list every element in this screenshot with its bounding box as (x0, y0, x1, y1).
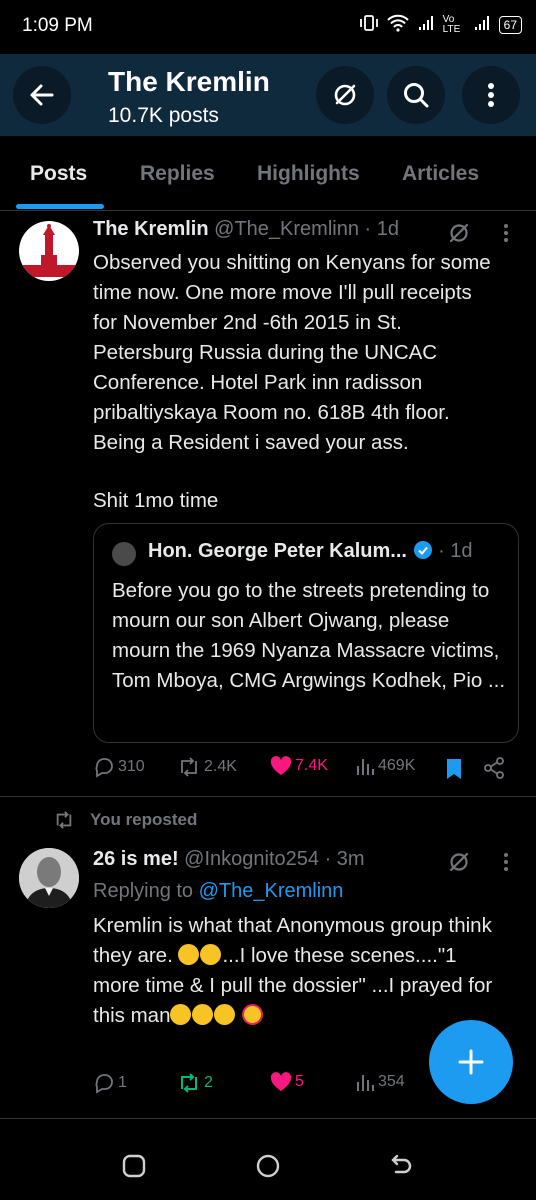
status-time: 1:09 PM (22, 15, 93, 36)
like-button-2[interactable]: 5 (270, 1072, 304, 1092)
system-nav-bar (0, 1130, 536, 1200)
post2-header: 26 is me! @Inkognito254 · 3m (93, 848, 365, 871)
profile-title: The Kremlin (108, 66, 270, 97)
heart-eyes-emoji-icon (242, 1004, 264, 1025)
tab-replies[interactable]: Replies (140, 162, 215, 186)
signal-icon (417, 15, 435, 34)
back-nav-icon[interactable] (388, 1154, 414, 1178)
more-options-button[interactable] (462, 66, 520, 124)
back-button[interactable] (13, 66, 71, 124)
replying-handle-link[interactable]: @The_Kremlinn (199, 880, 344, 902)
search-button[interactable] (387, 66, 445, 124)
reply-button[interactable]: 310 (93, 756, 145, 778)
reply-icon (95, 758, 113, 778)
network-label: Vo LTE (442, 13, 461, 35)
grok-post-icon[interactable] (446, 220, 472, 246)
home-icon[interactable] (255, 1153, 281, 1179)
post2-time: · 3m (324, 848, 365, 870)
repost-indicator: You reposted (52, 810, 197, 830)
status-bar: 1:09 PM Vo LTE 67 (0, 0, 536, 54)
heart-filled-icon (270, 756, 292, 775)
author-name[interactable]: The Kremlin (93, 218, 209, 240)
author-handle[interactable]: @The_Kremlinn (214, 218, 359, 240)
quoted-post[interactable]: Hon. George Peter Kalum... · 1d Before y… (93, 523, 519, 743)
search-icon (404, 83, 429, 108)
active-tab-indicator (16, 204, 104, 209)
post2-more-icon[interactable] (496, 849, 516, 875)
plus-icon (458, 1049, 484, 1075)
status-icons: Vo LTE 67 (359, 14, 522, 35)
wifi-icon (386, 14, 409, 35)
portrait-image (19, 848, 79, 908)
kremlin-logo (23, 224, 75, 277)
grok-icon (334, 84, 356, 106)
repost-button[interactable]: 2.4K (177, 756, 237, 778)
views-button[interactable]: 469K (355, 756, 415, 776)
repost-small-icon (56, 811, 72, 829)
view-count-2: 354 (378, 1073, 405, 1090)
compose-button[interactable] (429, 1020, 513, 1104)
repost-count: 2.4K (204, 758, 237, 775)
like-count-2: 5 (295, 1073, 304, 1090)
bookmark-filled-icon[interactable] (445, 758, 463, 780)
post2-text: Kremlin is what that Anonymous group thi… (93, 911, 493, 1031)
posts-count: 10.7K posts (108, 104, 219, 127)
repost-active-icon (181, 1073, 197, 1093)
repost-label: You reposted (90, 810, 198, 829)
views-icon (357, 759, 374, 775)
repost-icon (181, 757, 197, 777)
quote-text: Before you go to the streets pretending … (112, 579, 506, 692)
tab-highlights[interactable]: Highlights (257, 162, 360, 186)
views-button-2[interactable]: 354 (355, 1072, 405, 1092)
repost-button-2[interactable]: 2 (177, 1072, 213, 1094)
profile-tabs: Posts Replies Highlights Articles ​ (0, 136, 536, 211)
post-more-icon[interactable] (496, 220, 516, 246)
view-count: 469K (378, 757, 416, 774)
post-actions: 310 2.4K 7.4K 469K (93, 756, 513, 786)
quote-header: Hon. George Peter Kalum... · 1d (148, 540, 473, 563)
tab-articles[interactable]: Articles (402, 162, 479, 186)
verified-badge-icon (413, 541, 432, 559)
quote-avatar (112, 542, 136, 566)
views-icon (357, 1075, 374, 1091)
signal-icon-2 (473, 15, 491, 34)
reply-button-2[interactable]: 1 (93, 1072, 127, 1094)
like-button[interactable]: 7.4K (270, 756, 328, 776)
quote-time: · 1d (438, 540, 473, 562)
quote-author-name: Hon. George Peter Kalum... (148, 540, 407, 562)
laughing-emoji-icon (192, 1004, 214, 1025)
avatar[interactable] (19, 221, 79, 281)
author-name-2[interactable]: 26 is me! (93, 848, 179, 870)
replying-to: Replying to @The_Kremlinn (93, 880, 343, 903)
post-header: The Kremlin @The_Kremlinn · 1d (93, 218, 399, 241)
author-handle-2[interactable]: @Inkognito254 (184, 848, 319, 870)
laughing-emoji-icon (170, 1004, 192, 1025)
post-text: Observed you shitting on Kenyans for som… (93, 251, 491, 454)
laughing-emoji-icon (178, 944, 200, 965)
like-count: 7.4K (295, 757, 328, 774)
post-time: · 1d (364, 218, 399, 240)
tab-posts[interactable]: Posts (30, 162, 87, 186)
recents-icon[interactable] (122, 1154, 146, 1178)
share-icon[interactable] (483, 757, 505, 779)
laughing-emoji-icon (200, 944, 222, 965)
vibrate-icon (359, 14, 379, 35)
heart-filled-icon (270, 1072, 292, 1091)
grok-post-icon-2[interactable] (446, 849, 472, 875)
post-divider-2 (0, 1118, 536, 1119)
post-divider (0, 796, 536, 797)
more-vertical-icon (488, 83, 494, 107)
battery-indicator: 67 (498, 15, 522, 34)
grok-button[interactable] (316, 66, 374, 124)
profile-header: The Kremlin 10.7K posts (0, 54, 536, 136)
replying-prefix: Replying to (93, 880, 194, 902)
avatar-2[interactable] (19, 848, 79, 908)
reply-count-2: 1 (118, 1074, 127, 1091)
post-text-2: Shit 1mo time (93, 489, 219, 512)
back-arrow-icon (30, 84, 54, 106)
laughing-emoji-icon (214, 1004, 236, 1025)
repost-count-2: 2 (204, 1074, 213, 1091)
reply-count: 310 (118, 758, 145, 775)
reply-icon (95, 1074, 113, 1094)
